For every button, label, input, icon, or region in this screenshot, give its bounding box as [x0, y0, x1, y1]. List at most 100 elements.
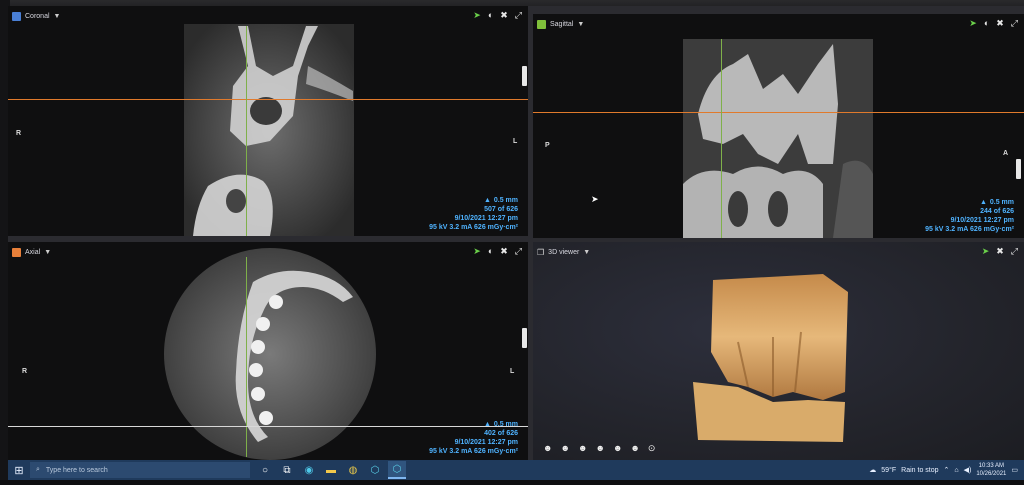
lock-icon[interactable]: ⊙	[648, 443, 656, 454]
sagittal-slice: 244 of 626	[980, 208, 1014, 215]
edge-browser-icon[interactable]: ◉	[300, 461, 318, 479]
sagittal-datetime: 9/10/2021 12:27 pm	[950, 217, 1014, 224]
coronal-params: 95 kV 3.2 mA 626 mGy·cm²	[429, 224, 518, 231]
coronal-header[interactable]: Coronal ▼	[12, 9, 60, 23]
sagittal-toolbar: ➤ ◐ ✖ ⤢	[969, 18, 1018, 29]
slab-thickness-icon: ▲	[979, 199, 987, 206]
pointer-tool-icon[interactable]: ➤	[982, 246, 990, 257]
chevron-down-icon[interactable]: ▼	[583, 249, 590, 256]
viewer3d-pane[interactable]: ❒ 3D viewer ▼ ➤ ✖ ⤢ ☻ ☻ ☻ ☻ ☻ ☻ ⊙	[533, 242, 1024, 460]
weather-icon[interactable]: ☁	[869, 466, 876, 474]
dental-app-icon[interactable]: ⬡	[366, 461, 384, 479]
slab-thickness-icon: ▲	[483, 197, 491, 204]
coronal-thickness: 0.5 mm	[493, 197, 518, 204]
search-icon: ⌕	[36, 466, 40, 473]
crosshair-icon[interactable]: ✖	[996, 18, 1004, 29]
axial-orient-right: L	[510, 368, 515, 375]
system-tray: ☁ 59°F Rain to stop ⌃ ⌂ ◀) 10:33 AM 10/2…	[869, 462, 1024, 478]
skull-left-icon[interactable]: ☻	[613, 443, 622, 454]
task-view-icon[interactable]: ⧉	[278, 461, 296, 479]
viewer3d-view-presets: ☻ ☻ ☻ ☻ ☻ ☻ ⊙	[543, 443, 655, 454]
taskbar-apps: ○ ⧉ ◉ ▬ ◍ ⬡ ⬡	[256, 461, 406, 479]
expand-icon[interactable]: ⤢	[515, 246, 522, 257]
chevron-down-icon[interactable]: ▼	[577, 21, 584, 28]
crosshair-icon[interactable]: ✖	[996, 246, 1004, 257]
mouse-cursor-icon: ➤	[591, 194, 599, 204]
crosshair-icon[interactable]: ✖	[500, 246, 508, 257]
sagittal-header[interactable]: Sagittal ▼	[537, 17, 584, 31]
skull-back-icon[interactable]: ☻	[595, 443, 604, 454]
weather-text[interactable]: Rain to stop	[901, 467, 938, 474]
coronal-title: Coronal	[25, 12, 50, 20]
viewer3d-header[interactable]: ❒ 3D viewer ▼	[537, 245, 590, 259]
coronal-orient-left: R	[16, 130, 22, 137]
weather-temp[interactable]: 59°F	[881, 467, 896, 474]
dicom-viewer-screen: Coronal ▼ ➤ ◐ ✖ ⤢ R L ▲ 0.5 mm 507 of 626…	[8, 6, 1024, 460]
dental-app-active-icon[interactable]: ⬡	[388, 461, 406, 479]
sagittal-horizontal-crosshair[interactable]	[533, 112, 1024, 113]
sagittal-pane[interactable]: Sagittal ▼ ➤ ◐ ✖ ⤢ P A ➤ ▲ 0.5 mm 244 of …	[533, 14, 1024, 238]
sagittal-color-swatch	[537, 19, 546, 29]
monitor-bezel-bottom	[0, 480, 1024, 485]
sagittal-orient-right: A	[1003, 150, 1009, 157]
sagittal-slice-scrollbar[interactable]	[1016, 159, 1021, 179]
skull-side-icon[interactable]: ☻	[560, 443, 569, 454]
cortana-icon[interactable]: ○	[256, 461, 274, 479]
axial-thickness: 0.5 mm	[493, 421, 518, 428]
contrast-icon[interactable]: ◐	[488, 10, 493, 21]
axial-params: 95 kV 3.2 mA 626 mGy·cm²	[429, 448, 518, 455]
contrast-icon[interactable]: ◐	[984, 18, 989, 29]
axial-info: ▲ 0.5 mm 402 of 626 9/10/2021 12:27 pm 95…	[429, 420, 518, 456]
network-icon[interactable]: ⌂	[954, 467, 958, 474]
expand-icon[interactable]: ⤢	[515, 10, 522, 21]
skull-top-icon[interactable]: ☻	[578, 443, 587, 454]
coronal-pane[interactable]: Coronal ▼ ➤ ◐ ✖ ⤢ R L ▲ 0.5 mm 507 of 626…	[8, 6, 528, 236]
axial-header[interactable]: Axial ▼	[12, 245, 51, 259]
axial-slice-scrollbar[interactable]	[522, 328, 527, 348]
sagittal-info: ▲ 0.5 mm 244 of 626 9/10/2021 12:27 pm 95…	[925, 198, 1014, 234]
axial-datetime: 9/10/2021 12:27 pm	[454, 439, 518, 446]
pointer-tool-icon[interactable]: ➤	[969, 18, 977, 29]
chevron-down-icon[interactable]: ▼	[44, 249, 51, 256]
chevron-down-icon[interactable]: ▼	[54, 13, 61, 20]
taskbar-clock[interactable]: 10:33 AM 10/26/2021	[976, 462, 1006, 478]
tray-chevron-up-icon[interactable]: ⌃	[944, 466, 950, 474]
pointer-tool-icon[interactable]: ➤	[473, 246, 481, 257]
cube-icon: ❒	[537, 247, 545, 257]
axial-slice: 402 of 626	[484, 430, 518, 437]
clock-date: 10/26/2021	[976, 471, 1007, 477]
crosshair-icon[interactable]: ✖	[500, 10, 508, 21]
taskbar-search-placeholder: Type here to search	[45, 466, 108, 474]
volume-icon[interactable]: ◀)	[964, 466, 972, 474]
skull-right-icon[interactable]: ☻	[630, 443, 639, 454]
axial-orient-left: R	[22, 368, 28, 375]
notifications-icon[interactable]: ▭	[1011, 466, 1018, 474]
axial-pane[interactable]: Axial ▼ ➤ ◐ ✖ ⤢ R L ▲ 0.5 mm 402 of 626 9…	[8, 242, 528, 460]
axial-toolbar: ➤ ◐ ✖ ⤢	[473, 246, 522, 257]
sagittal-orient-left: P	[545, 142, 550, 149]
pointer-tool-icon[interactable]: ➤	[473, 10, 481, 21]
coronal-slice: 507 of 626	[484, 206, 518, 213]
coronal-orient-right: L	[513, 138, 518, 145]
coronal-horizontal-crosshair[interactable]	[8, 99, 528, 100]
skull-front-icon[interactable]: ☻	[543, 443, 552, 454]
sagittal-vertical-crosshair[interactable]	[721, 39, 722, 238]
coronal-vertical-crosshair[interactable]	[246, 26, 247, 236]
contrast-icon[interactable]: ◐	[488, 246, 493, 257]
windows-start-icon[interactable]: ⊞	[8, 460, 30, 480]
coronal-slice-scrollbar[interactable]	[522, 66, 527, 86]
expand-icon[interactable]: ⤢	[1011, 18, 1018, 29]
axial-vertical-crosshair[interactable]	[246, 257, 247, 457]
viewer3d-toolbar: ➤ ✖ ⤢	[982, 246, 1018, 257]
axial-color-swatch	[12, 247, 21, 257]
coronal-info: ▲ 0.5 mm 507 of 626 9/10/2021 12:27 pm 95…	[429, 196, 518, 232]
chrome-browser-icon[interactable]: ◍	[344, 461, 362, 479]
slab-thickness-icon: ▲	[483, 421, 491, 428]
expand-icon[interactable]: ⤢	[1011, 246, 1018, 257]
clock-time: 10:33 AM	[978, 463, 1005, 469]
file-explorer-icon[interactable]: ▬	[322, 461, 340, 479]
taskbar-search-box[interactable]: ⌕ Type here to search	[30, 462, 250, 478]
3d-dental-render	[693, 274, 848, 442]
sagittal-title: Sagittal	[550, 20, 574, 28]
axial-title: Axial	[25, 248, 41, 256]
